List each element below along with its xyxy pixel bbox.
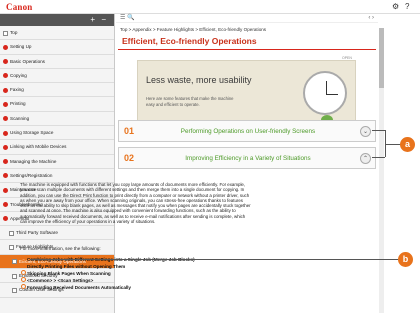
top-bar: Canon ⚙ ? xyxy=(0,0,420,14)
sidebar-item[interactable]: Basic Operations xyxy=(0,55,114,69)
sidebar-item-label: Printing xyxy=(10,101,26,107)
expand-bullet-icon xyxy=(3,44,8,50)
sidebar-item-label: Using Storage Space xyxy=(10,130,54,136)
page-icon xyxy=(12,287,17,293)
related-link[interactable]: Forwarding Received Documents Automatica… xyxy=(21,284,131,290)
body-text: The machine is equipped with functions t… xyxy=(20,182,251,225)
callout-line xyxy=(372,157,385,158)
callout-line xyxy=(30,259,398,260)
sidebar-item[interactable]: Using Storage Space xyxy=(0,126,114,141)
page-icon xyxy=(9,244,14,250)
gear-icon[interactable]: ⚙ xyxy=(392,2,399,11)
sidebar-item-label: Linking with Mobile Devices xyxy=(10,144,67,150)
sidebar-item-label: Managing the Machine xyxy=(10,158,57,164)
related-link-label: <Common> > <Scan Settings> xyxy=(27,278,94,283)
expand-bullet-icon xyxy=(3,101,8,107)
expand-bullet-icon xyxy=(3,159,8,165)
scrollbar[interactable] xyxy=(379,28,384,313)
link-arrow-icon xyxy=(21,270,26,275)
collapse-arrow-icon[interactable]: ⌃ xyxy=(360,153,371,164)
expand-bullet-icon xyxy=(3,202,8,208)
sidebar-item[interactable]: Linking with Mobile Devices xyxy=(0,140,114,155)
page-icon xyxy=(12,273,17,279)
sidebar-item-label: Copying xyxy=(10,72,27,78)
expand-bullet-icon xyxy=(3,116,8,122)
scrollbar-thumb[interactable] xyxy=(379,28,384,88)
callout-line xyxy=(372,130,385,131)
sidebar-item[interactable]: Third Party Software xyxy=(0,226,114,241)
expand-bullet-icon xyxy=(3,73,8,79)
section-number: 01 xyxy=(124,126,135,136)
expand-arrow-icon[interactable]: ⌄ xyxy=(360,126,371,137)
section-number: 02 xyxy=(124,153,135,163)
sidebar-item[interactable]: Scanning xyxy=(0,112,114,127)
sidebar-item[interactable]: Top xyxy=(0,26,114,41)
expand-bullet-icon xyxy=(3,87,8,93)
help-icon[interactable]: ? xyxy=(405,2,409,11)
link-arrow-icon xyxy=(21,277,26,282)
sidebar-item-label: Scanning xyxy=(10,115,30,121)
more-info-label: For more information, see the following: xyxy=(20,246,101,251)
page-icon xyxy=(9,230,14,236)
related-link-label: Skipping Blank Pages When Scanning xyxy=(27,271,111,276)
canon-logo: Canon xyxy=(6,2,33,12)
page-icon xyxy=(12,259,17,265)
expand-bullet-icon xyxy=(3,216,8,222)
related-link-label: Forwarding Received Documents Automatica… xyxy=(27,285,131,290)
related-link[interactable]: Skipping Blank Pages When Scanning xyxy=(21,270,111,276)
link-arrow-icon xyxy=(21,284,26,289)
link-arrow-icon xyxy=(21,256,26,261)
page-icon xyxy=(3,30,8,36)
callout-b-badge: b xyxy=(398,252,413,267)
link-arrow-icon xyxy=(21,263,26,268)
related-link[interactable]: Directly Printing Files without Opening … xyxy=(21,263,125,269)
sidebar-item-label: Settings/Registration xyxy=(10,172,53,178)
section-title[interactable]: Improving Efficiency in a Variety of Sit… xyxy=(143,155,353,162)
sidebar-item-label: Top xyxy=(10,30,18,35)
section-01[interactable]: 01 Performing Operations on User-friendl… xyxy=(118,120,376,142)
section-02[interactable]: 02 Improving Efficiency in a Variety of … xyxy=(118,147,376,169)
sidebar-item-label: Faxing xyxy=(10,87,24,93)
section-title[interactable]: Performing Operations on User-friendly S… xyxy=(143,128,353,135)
sidebar-item[interactable]: Managing the Machine xyxy=(0,155,114,169)
related-link-label: Directly Printing Files without Opening … xyxy=(27,264,126,269)
expand-bullet-icon xyxy=(3,187,8,193)
sidebar-item-label: Third Party Software xyxy=(16,230,58,236)
sidebar-item[interactable]: Faxing xyxy=(0,83,114,98)
related-link[interactable]: <Common> > <Scan Settings> xyxy=(21,277,93,283)
expand-bullet-icon xyxy=(3,144,8,150)
sidebar-item-label: Setting Up xyxy=(10,44,32,50)
sidebar-item[interactable]: Copying xyxy=(0,69,114,84)
expand-bullet-icon xyxy=(3,173,8,179)
sidebar-item[interactable]: Printing xyxy=(0,97,114,112)
sidebar-item[interactable]: Setting Up xyxy=(0,40,114,55)
callout-a-badge: a xyxy=(400,137,415,152)
expand-bullet-icon xyxy=(3,59,8,65)
sidebar-expand-collapse[interactable]: + − xyxy=(0,14,114,26)
sidebar-item-label: Basic Operations xyxy=(10,58,45,64)
expand-bullet-icon xyxy=(3,130,8,136)
